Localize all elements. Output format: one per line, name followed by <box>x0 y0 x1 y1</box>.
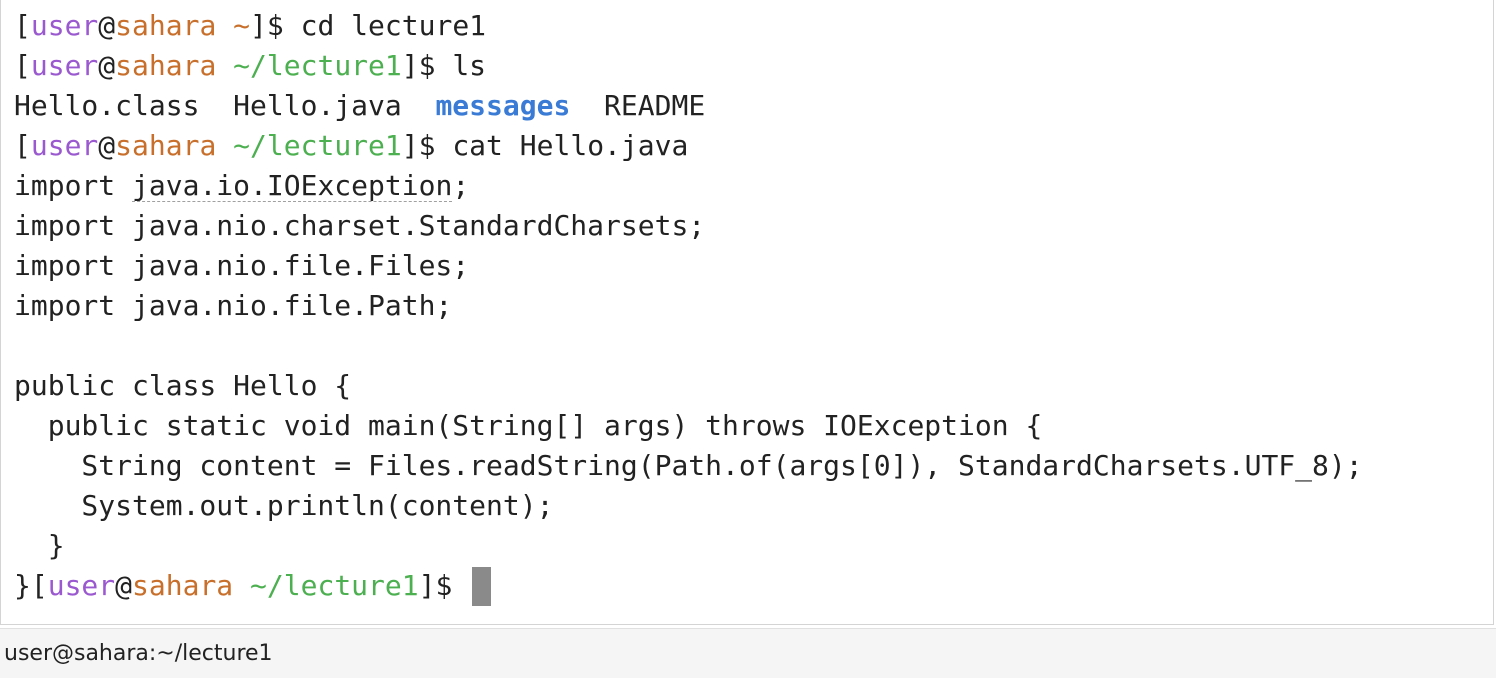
prompt-user: user <box>30 9 99 42</box>
prompt-path: ~/lecture1 <box>250 569 419 602</box>
command-text: cat Hello.java <box>452 129 689 162</box>
code-line: public class Hello { <box>14 369 352 402</box>
file-hello-class: Hello.class <box>14 89 200 122</box>
prompt-path: ~/lecture1 <box>233 49 402 82</box>
command-text: ls <box>452 49 487 82</box>
code-line: System.out.println(content); <box>14 489 554 522</box>
code-keyword-import: import <box>14 169 133 202</box>
prompt-path: ~ <box>233 9 251 42</box>
prompt-bracket-open: [ <box>14 49 31 82</box>
code-package-link[interactable]: java.io.IOException <box>132 169 452 202</box>
prompt-bracket-open: [ <box>30 569 48 602</box>
code-line: import java.io.IOException; <box>14 166 1493 206</box>
file-readme: README <box>604 89 706 122</box>
prompt-bracket-open: [ <box>14 9 31 42</box>
terminal-output[interactable]: [user@sahara ~]$ cd lecture1 [user@sahar… <box>0 0 1494 625</box>
code-line: import java.nio.charset.StandardCharsets… <box>14 209 706 242</box>
command-text: cd lecture1 <box>300 9 487 42</box>
prompt-line: [user@sahara ~/lecture1]$ cat Hello.java <box>14 126 1493 166</box>
file-hello-java: Hello.java <box>233 89 402 122</box>
code-line: public static void main(String[] args) t… <box>14 409 1043 442</box>
code-semicolon: ; <box>452 169 470 202</box>
prompt-at: @ <box>98 129 116 162</box>
prompt-bracket-open: [ <box>14 129 31 162</box>
prompt-at: @ <box>115 569 133 602</box>
code-line: } <box>14 529 65 562</box>
code-line: import java.nio.file.Path; <box>14 289 453 322</box>
prompt-line-active: }[user@sahara ~/lecture1]$ <box>14 566 1493 606</box>
prompt-line: [user@sahara ~/lecture1]$ ls <box>14 46 1493 86</box>
prompt-bracket-close: ]$ <box>250 9 301 42</box>
prompt-host: sahara <box>115 49 217 82</box>
terminal-cursor[interactable] <box>472 566 492 606</box>
prompt-bracket-close: ]$ <box>401 129 453 162</box>
prompt-line: [user@sahara ~]$ cd lecture1 <box>14 6 1493 46</box>
prompt-host: sahara <box>115 129 217 162</box>
prompt-user: user <box>30 49 99 82</box>
prompt-user: user <box>30 129 99 162</box>
prompt-at: @ <box>98 9 116 42</box>
prompt-host: sahara <box>115 9 217 42</box>
prompt-bracket-close: ]$ <box>418 569 470 602</box>
code-line: import java.nio.file.Files; <box>14 249 470 282</box>
ls-output-line: Hello.class Hello.java messages README <box>14 86 1493 126</box>
directory-messages: messages <box>435 89 571 122</box>
prompt-user: user <box>47 569 116 602</box>
prompt-bracket-close: ]$ <box>401 49 453 82</box>
prompt-host: sahara <box>132 569 234 602</box>
window-title-bar: user@sahara:~/lecture1 <box>0 628 1496 678</box>
code-line: String content = Files.readString(Path.o… <box>14 449 1363 482</box>
prompt-at: @ <box>98 49 116 82</box>
code-closing-brace: } <box>14 569 31 602</box>
window-title: user@sahara:~/lecture1 <box>4 641 273 666</box>
prompt-path: ~/lecture1 <box>233 129 402 162</box>
